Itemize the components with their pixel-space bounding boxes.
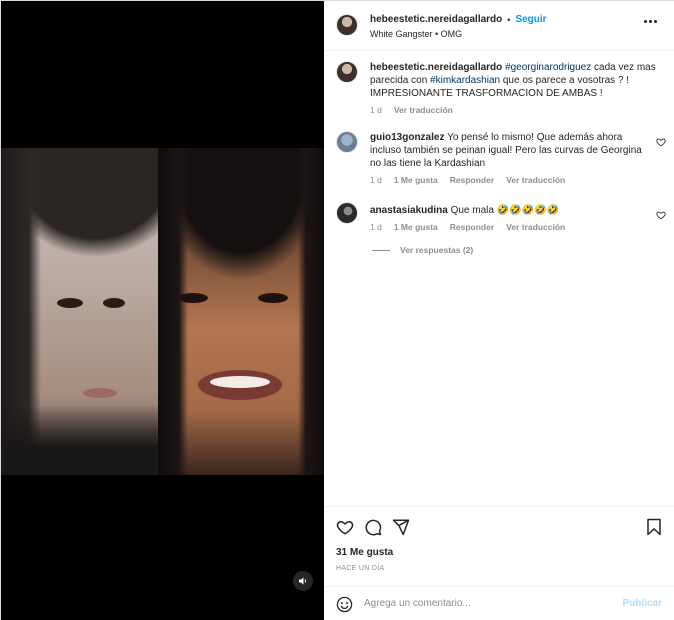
author-username[interactable]: hebeestetic.nereidagallardo <box>370 14 502 25</box>
post-timestamp[interactable]: HACE UN DÍA <box>336 565 384 572</box>
view-replies-button[interactable]: Ver respuestas (2) <box>372 245 473 255</box>
translate-link[interactable]: Ver traducción <box>394 105 453 115</box>
comment-text: anastasiakudina Que mala 🤣🤣🤣🤣🤣 <box>370 205 559 216</box>
commenter-username[interactable]: anastasiakudina <box>370 205 448 216</box>
post-media[interactable] <box>1 1 324 620</box>
mute-icon <box>299 577 307 585</box>
left-face-image <box>1 148 158 475</box>
emoji-icon[interactable] <box>336 596 353 613</box>
comment-item: guio13gonzalez Yo pensé lo mismo! Que ad… <box>336 131 666 191</box>
comment-icon[interactable] <box>364 518 382 536</box>
mute-button[interactable] <box>293 571 313 591</box>
comments-list[interactable]: hebeestetic.nereidagallardo #georginarod… <box>324 51 674 506</box>
heart-icon[interactable] <box>336 518 354 536</box>
comment-likes[interactable]: 1 Me gusta <box>394 175 438 185</box>
translate-link[interactable]: Ver traducción <box>506 222 565 232</box>
caption-avatar[interactable] <box>336 61 358 83</box>
comment-age[interactable]: 1 d <box>370 222 382 232</box>
hashtag-link[interactable]: #kimkardashian <box>430 75 500 86</box>
separator-dot: • <box>507 14 511 25</box>
commenter-avatar[interactable] <box>336 131 358 153</box>
caption-username[interactable]: hebeestetic.nereidagallardo <box>370 62 502 73</box>
more-icon <box>644 19 647 23</box>
right-face-image <box>158 148 324 475</box>
caption-text: hebeestetic.nereidagallardo #georginarod… <box>370 62 656 99</box>
reply-button[interactable]: Responder <box>450 175 494 185</box>
bookmark-icon[interactable] <box>646 518 662 536</box>
replies-divider <box>372 249 390 251</box>
comment-text: guio13gonzalez Yo pensé lo mismo! Que ad… <box>370 132 642 169</box>
more-options-button[interactable] <box>644 18 660 24</box>
commenter-avatar[interactable] <box>336 202 358 224</box>
commenter-username[interactable]: guio13gonzalez <box>370 132 444 143</box>
comment-item: anastasiakudina Que mala 🤣🤣🤣🤣🤣 1 d 1 Me … <box>336 202 666 262</box>
share-icon[interactable] <box>392 518 410 536</box>
action-bar: 31 Me gusta HACE UN DÍA <box>324 506 674 586</box>
comment-meta: 1 d 1 Me gusta Responder Ver traducción <box>370 222 565 232</box>
caption-meta: 1 d Ver traducción <box>370 105 660 115</box>
post-modal: hebeestetic.nereidagallardo • Seguir Whi… <box>0 0 674 620</box>
comment-likes[interactable]: 1 Me gusta <box>394 222 438 232</box>
like-comment-heart-icon[interactable] <box>656 137 666 147</box>
like-comment-heart-icon[interactable] <box>656 210 666 220</box>
likes-count[interactable]: 31 Me gusta <box>336 547 393 558</box>
comment-age[interactable]: 1 d <box>370 175 382 185</box>
hashtag-link[interactable]: #georginarodriguez <box>505 62 591 73</box>
translate-link[interactable]: Ver traducción <box>506 175 565 185</box>
comment-input[interactable]: Agrega un comentario... <box>364 598 471 609</box>
author-avatar[interactable] <box>336 14 358 36</box>
caption-age[interactable]: 1 d <box>370 105 382 115</box>
post-panel: hebeestetic.nereidagallardo • Seguir Whi… <box>324 1 674 620</box>
comment-meta: 1 d 1 Me gusta Responder Ver traducción <box>370 175 565 185</box>
follow-button[interactable]: Seguir <box>515 14 546 25</box>
post-header: hebeestetic.nereidagallardo • Seguir Whi… <box>324 1 674 51</box>
publish-button[interactable]: Publicar <box>623 598 662 609</box>
comment-composer: Agrega un comentario... Publicar <box>324 586 674 620</box>
audio-label[interactable]: White Gangster • OMG <box>370 29 462 39</box>
reply-button[interactable]: Responder <box>450 222 494 232</box>
post-photo <box>1 148 324 475</box>
